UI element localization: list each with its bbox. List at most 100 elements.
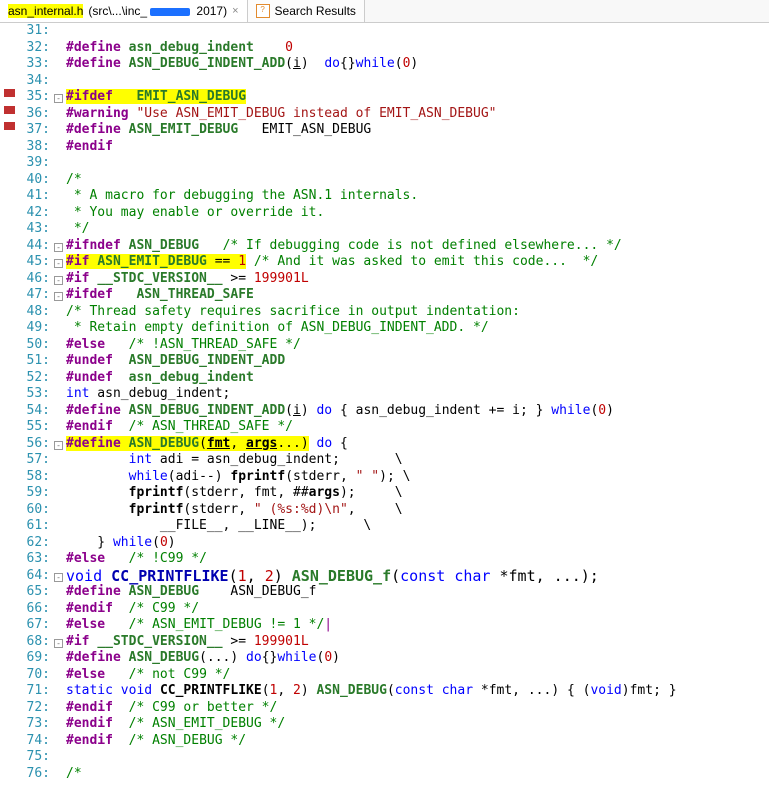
code-line[interactable]: int asn_debug_indent;	[66, 386, 677, 403]
code-line[interactable]: #endif /* ASN_DEBUG */	[66, 733, 677, 750]
tab-path: (src\...\inc_ 2017)	[88, 4, 227, 18]
code-line[interactable]: #else /* !ASN_THREAD_SAFE */	[66, 337, 677, 354]
redaction-bar	[150, 8, 190, 16]
code-line[interactable]: #ifdef ASN_THREAD_SAFE	[66, 287, 677, 304]
line-number: 41:	[18, 188, 50, 205]
fold-toggle[interactable]: -	[54, 276, 63, 285]
code-line[interactable]	[66, 749, 677, 766]
error-marker[interactable]	[4, 89, 15, 97]
fold-toggle[interactable]: -	[54, 94, 63, 103]
code-line[interactable]: #warning "Use ASN_EMIT_DEBUG instead of …	[66, 106, 677, 123]
code-line[interactable]: #undef ASN_DEBUG_INDENT_ADD	[66, 353, 677, 370]
code-line[interactable]: void CC_PRINTFLIKE(1, 2) ASN_DEBUG_f(con…	[66, 568, 677, 585]
code-line[interactable]: static void CC_PRINTFLIKE(1, 2) ASN_DEBU…	[66, 683, 677, 700]
code-line[interactable]: #define asn_debug_indent 0	[66, 40, 677, 57]
tab-filename: asn_internal.h	[8, 4, 83, 18]
fold-toggle[interactable]: -	[54, 292, 63, 301]
fold-toggle[interactable]: -	[54, 441, 63, 450]
code-line[interactable]: * Retain empty definition of ASN_DEBUG_I…	[66, 320, 677, 337]
line-number: 56:	[18, 436, 50, 453]
code-line[interactable]: #define ASN_DEBUG(fmt, args...) do {	[66, 436, 677, 453]
fold-toggle[interactable]: -	[54, 243, 63, 252]
line-number: 69:	[18, 650, 50, 667]
line-number: 57:	[18, 452, 50, 469]
code-line[interactable]: } while(0)	[66, 535, 677, 552]
code-line[interactable]: #else /* ASN_EMIT_DEBUG != 1 */|	[66, 617, 677, 634]
line-number: 53:	[18, 386, 50, 403]
tab-label: Search Results	[275, 4, 356, 18]
code-line[interactable]: while(adi--) fprintf(stderr, " "); \	[66, 469, 677, 486]
code-line[interactable]: */	[66, 221, 677, 238]
fold-toggle[interactable]: -	[54, 573, 63, 582]
code-line[interactable]: #if __STDC_VERSION__ >= 199901L	[66, 634, 677, 651]
line-number: 52:	[18, 370, 50, 387]
code-line[interactable]: fprintf(stderr, " (%s:%d)\n", \	[66, 502, 677, 519]
line-number: 61:	[18, 518, 50, 535]
code-line[interactable]: * You may enable or override it.	[66, 205, 677, 222]
line-number: 59:	[18, 485, 50, 502]
code-line[interactable]: #ifndef ASN_DEBUG /* If debugging code i…	[66, 238, 677, 255]
line-number: 75:	[18, 749, 50, 766]
line-number: 67:	[18, 617, 50, 634]
code-line[interactable]: #endif /* ASN_THREAD_SAFE */	[66, 419, 677, 436]
line-number: 55:	[18, 419, 50, 436]
line-number: 73:	[18, 716, 50, 733]
line-number: 54:	[18, 403, 50, 420]
code-line[interactable]: #define ASN_DEBUG_INDENT_ADD(i) do { asn…	[66, 403, 677, 420]
code-line[interactable]: fprintf(stderr, fmt, ##args); \	[66, 485, 677, 502]
code-line[interactable]	[66, 23, 677, 40]
code-line[interactable]: #endif /* C99 */	[66, 601, 677, 618]
code-line[interactable]: #define ASN_DEBUG_INDENT_ADD(i) do{}whil…	[66, 56, 677, 73]
line-number: 58:	[18, 469, 50, 486]
line-number: 48:	[18, 304, 50, 321]
line-number: 34:	[18, 73, 50, 90]
code-line[interactable]: #endif /* C99 or better */	[66, 700, 677, 717]
line-number: 49:	[18, 320, 50, 337]
code-line[interactable]: * A macro for debugging the ASN.1 intern…	[66, 188, 677, 205]
line-number: 42:	[18, 205, 50, 222]
line-number: 51:	[18, 353, 50, 370]
line-number: 32:	[18, 40, 50, 57]
search-icon: ?	[256, 4, 270, 18]
fold-gutter: - - - - - - - -	[54, 23, 66, 782]
line-number: 66:	[18, 601, 50, 618]
tab-bar: asn_internal.h (src\...\inc_ 2017) × ? S…	[0, 0, 769, 23]
error-marker[interactable]	[4, 106, 15, 114]
code-line[interactable]	[66, 155, 677, 172]
line-number: 44:	[18, 238, 50, 255]
code-line[interactable]: #else /* not C99 */	[66, 667, 677, 684]
line-number: 62:	[18, 535, 50, 552]
fold-toggle[interactable]: -	[54, 639, 63, 648]
line-number: 70:	[18, 667, 50, 684]
close-icon[interactable]: ×	[232, 5, 238, 17]
error-marker[interactable]	[4, 122, 15, 130]
code-area[interactable]: #define asn_debug_indent 0#define ASN_DE…	[66, 23, 677, 782]
code-line[interactable]: #if ASN_EMIT_DEBUG == 1 /* And it was as…	[66, 254, 677, 271]
marker-gutter	[0, 23, 18, 782]
line-number: 68:	[18, 634, 50, 651]
code-line[interactable]: #define ASN_EMIT_DEBUG EMIT_ASN_DEBUG	[66, 122, 677, 139]
code-line[interactable]: #endif	[66, 139, 677, 156]
code-line[interactable]: /* Thread safety requires sacrifice in o…	[66, 304, 677, 321]
code-line[interactable]: /*	[66, 172, 677, 189]
line-number: 45:	[18, 254, 50, 271]
code-line[interactable]: #endif /* ASN_EMIT_DEBUG */	[66, 716, 677, 733]
line-number: 33:	[18, 56, 50, 73]
code-line[interactable]: #define ASN_DEBUG ASN_DEBUG_f	[66, 584, 677, 601]
code-line[interactable]: #else /* !C99 */	[66, 551, 677, 568]
code-line[interactable]: #ifdef EMIT_ASN_DEBUG	[66, 89, 677, 106]
code-line[interactable]: int adi = asn_debug_indent; \	[66, 452, 677, 469]
line-number: 38:	[18, 139, 50, 156]
code-line[interactable]: /*	[66, 766, 677, 783]
line-number: 76:	[18, 766, 50, 783]
code-line[interactable]: #define ASN_DEBUG(...) do{}while(0)	[66, 650, 677, 667]
line-number: 63:	[18, 551, 50, 568]
code-line[interactable]: #undef asn_debug_indent	[66, 370, 677, 387]
fold-toggle[interactable]: -	[54, 259, 63, 268]
code-line[interactable]	[66, 73, 677, 90]
tab-source-file[interactable]: asn_internal.h (src\...\inc_ 2017) ×	[0, 0, 248, 22]
code-line[interactable]: __FILE__, __LINE__); \	[66, 518, 677, 535]
tab-search-results[interactable]: ? Search Results	[248, 0, 365, 22]
line-number: 31:	[18, 23, 50, 40]
code-line[interactable]: #if __STDC_VERSION__ >= 199901L	[66, 271, 677, 288]
